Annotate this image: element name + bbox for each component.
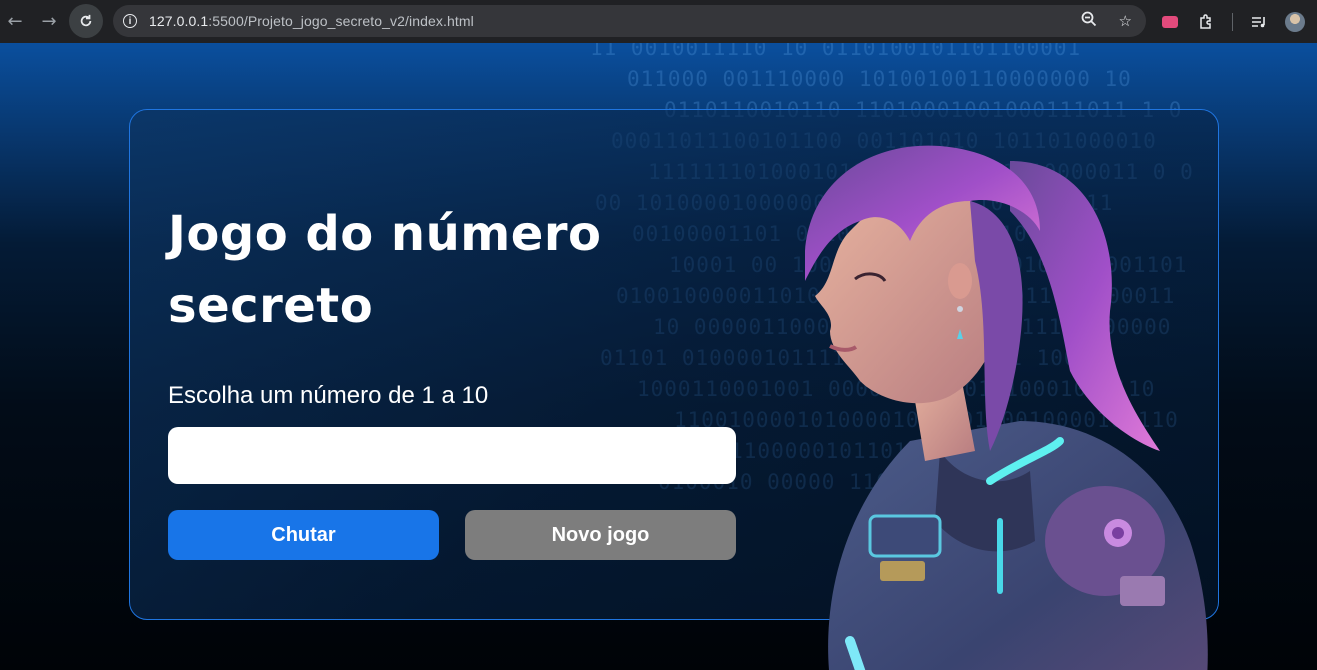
media-control-icon[interactable]	[1249, 12, 1269, 32]
binary-line: 011000 001110000 10100100110000000 10	[627, 67, 1132, 91]
instruction-text: Escolha um número de 1 a 10	[168, 382, 489, 409]
new-game-button[interactable]: Novo jogo	[465, 510, 736, 560]
forward-arrow-icon[interactable]: →	[32, 4, 66, 38]
bookmark-star-icon[interactable]: ☆	[1119, 12, 1132, 30]
guess-input[interactable]	[168, 427, 736, 484]
screen-recorder-extension-icon[interactable]	[1160, 12, 1180, 32]
url-text[interactable]: 127.0.0.1:5500/Projeto_jogo_secreto_v2/i…	[149, 13, 474, 29]
reload-icon[interactable]	[69, 4, 103, 38]
page-background: 11 0010011110 10 0110100101101100001 0110…	[0, 43, 1317, 670]
back-arrow-icon[interactable]: ←	[0, 4, 32, 38]
browser-toolbar: ← → i 127.0.0.1:5500/Projeto_jogo_secret…	[0, 0, 1317, 43]
extensions-puzzle-icon[interactable]	[1196, 12, 1216, 32]
astronaut-girl-illustration	[805, 145, 1208, 670]
guess-button[interactable]: Chutar	[168, 510, 439, 560]
binary-line: 11 0010011110 10 0110100101101100001	[590, 43, 1082, 60]
zoom-icon[interactable]	[1081, 11, 1097, 31]
profile-avatar[interactable]	[1285, 11, 1305, 32]
toolbar-divider	[1232, 12, 1233, 31]
site-info-icon[interactable]: i	[123, 14, 137, 28]
address-bar[interactable]: i 127.0.0.1:5500/Projeto_jogo_secreto_v2…	[113, 5, 1146, 37]
page-title: Jogo do número secreto	[168, 206, 602, 334]
